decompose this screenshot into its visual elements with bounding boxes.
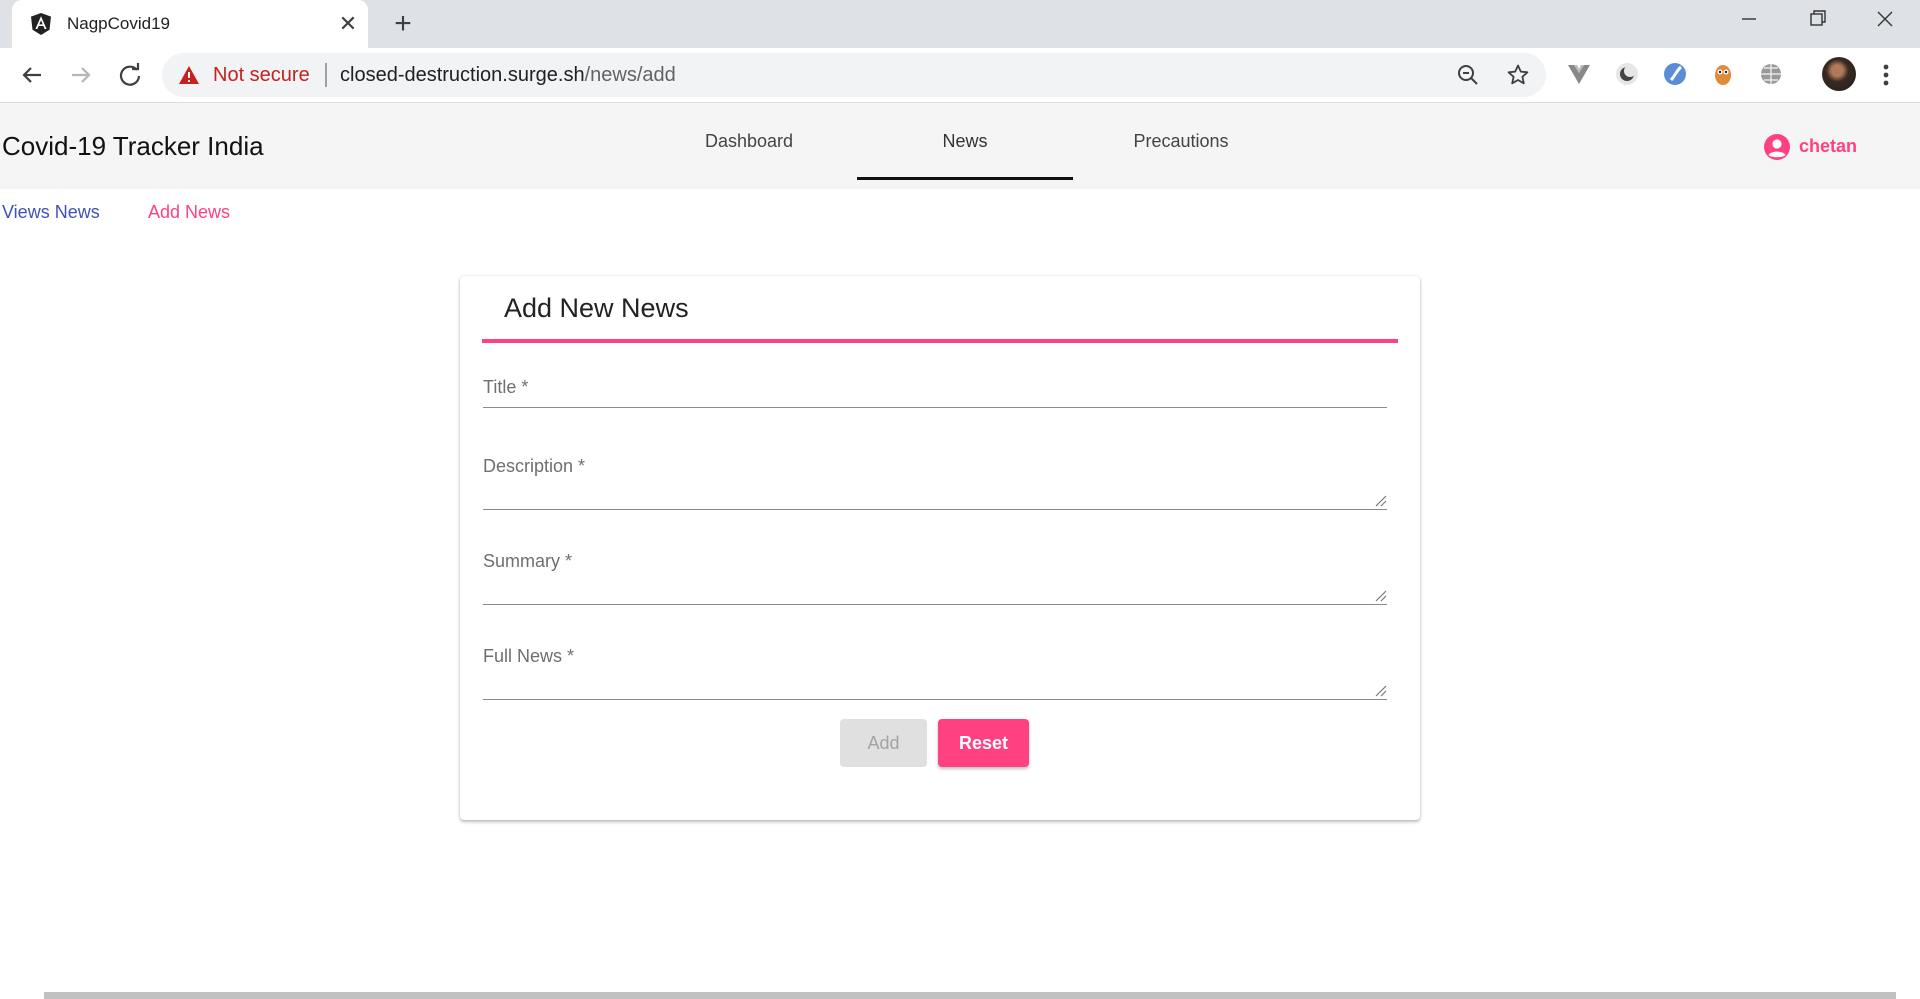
title-label: Title * <box>483 377 529 397</box>
app-title: Covid-19 Tracker India <box>2 131 264 161</box>
new-tab-button[interactable]: + <box>386 8 420 42</box>
reset-button[interactable]: Reset <box>938 719 1029 767</box>
url-host: closed-destruction.surge.sh <box>340 64 585 86</box>
dark-mode-extension-icon[interactable] <box>1613 60 1641 88</box>
add-news-card: Add New News Title * Description * Summa… <box>460 276 1420 820</box>
close-tab-icon[interactable]: ✕ <box>334 10 362 38</box>
title-field[interactable]: Title * <box>483 376 1387 410</box>
resize-handle-icon[interactable] <box>1373 683 1387 697</box>
vue-devtools-extension-icon[interactable] <box>1565 60 1593 88</box>
resize-handle-icon[interactable] <box>1373 588 1387 602</box>
globe-extension-icon[interactable] <box>1757 60 1785 88</box>
browser-toolbar: Not secure closed-destruction.surge.sh/n… <box>0 48 1920 103</box>
browser-tab[interactable]: NagpCovid19 ✕ <box>12 0 368 48</box>
add-button[interactable]: Add <box>840 719 927 767</box>
more-menu-icon[interactable] <box>1876 60 1896 90</box>
summary-field-underline <box>483 604 1387 605</box>
angular-logo-icon <box>31 13 51 35</box>
title-field-underline <box>483 407 1387 408</box>
address-bar[interactable]: Not secure closed-destruction.surge.sh/n… <box>162 53 1546 97</box>
nav-tab-precautions[interactable]: Precautions <box>1073 103 1289 179</box>
minimize-window-icon[interactable] <box>1732 4 1766 34</box>
security-status[interactable]: Not secure <box>213 64 310 86</box>
omnibox-divider <box>325 63 327 87</box>
browser-tabstrip: NagpCovid19 ✕ + <box>0 0 1920 48</box>
url-path: /news/add <box>584 64 676 86</box>
active-tab-indicator <box>857 177 1073 180</box>
description-field[interactable]: Description * <box>483 456 1387 510</box>
forward-arrow-icon[interactable] <box>64 58 98 92</box>
views-news-link[interactable]: Views News <box>2 202 100 223</box>
nav-tab-news[interactable]: News <box>857 103 1073 179</box>
warning-icon[interactable] <box>178 65 200 85</box>
summary-field[interactable]: Summary * <box>483 551 1387 605</box>
resize-handle-icon[interactable] <box>1373 493 1387 507</box>
tab-title: NagpCovid19 <box>67 14 171 33</box>
full-news-field[interactable]: Full News * <box>483 646 1387 700</box>
zoom-out-icon[interactable] <box>1456 63 1480 87</box>
restore-window-icon[interactable] <box>1800 4 1834 34</box>
card-title: Add New News <box>504 293 689 323</box>
title-underline <box>482 339 1398 343</box>
close-window-icon[interactable] <box>1868 4 1902 34</box>
horizontal-scrollbar[interactable] <box>44 992 1896 999</box>
user-name: chetan <box>1799 136 1858 156</box>
url-text[interactable]: closed-destruction.surge.sh/news/add <box>340 64 676 86</box>
app-header: Covid-19 Tracker India Dashboard News Pr… <box>0 103 1920 189</box>
description-field-underline <box>483 509 1387 510</box>
add-news-link[interactable]: Add News <box>148 202 230 223</box>
account-circle-icon <box>1764 134 1790 160</box>
blue-circle-extension-icon[interactable] <box>1661 60 1689 88</box>
full-news-field-underline <box>483 699 1387 700</box>
nav-tab-dashboard[interactable]: Dashboard <box>641 103 857 179</box>
profile-avatar[interactable] <box>1822 57 1856 91</box>
description-label: Description * <box>483 456 586 476</box>
summary-label: Summary * <box>483 551 573 571</box>
reload-icon[interactable] <box>113 58 147 92</box>
owl-extension-icon[interactable] <box>1709 60 1737 88</box>
back-arrow-icon[interactable] <box>15 58 49 92</box>
bookmark-star-icon[interactable] <box>1506 63 1530 87</box>
full-news-label: Full News * <box>483 646 575 666</box>
